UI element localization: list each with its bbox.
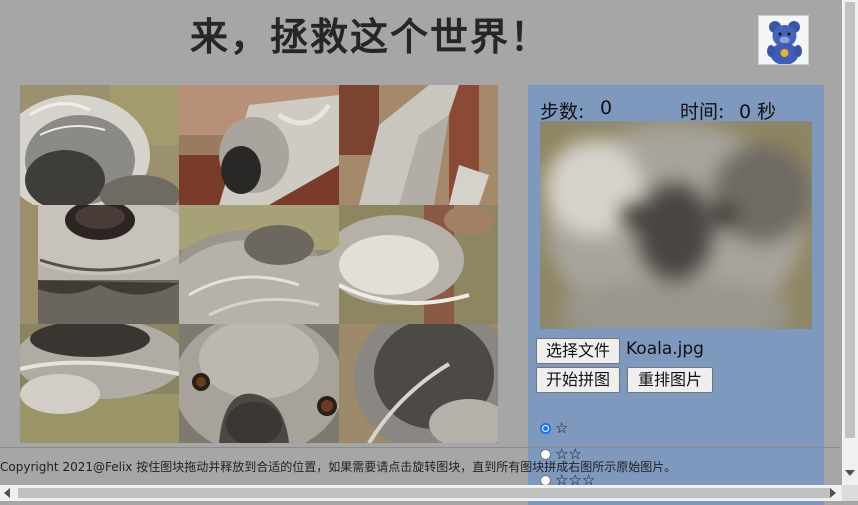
file-name: Koala.jpg (626, 339, 704, 359)
horizontal-scrollbar[interactable] (0, 485, 858, 501)
puzzle-tile[interactable] (339, 324, 498, 443)
puzzle-tile[interactable] (179, 324, 339, 443)
puzzle-tile[interactable] (20, 85, 179, 205)
steps-value: 0 (600, 97, 613, 119)
teddy-bear-avatar (758, 15, 809, 65)
radio-button[interactable] (540, 422, 551, 434)
puzzle-tile[interactable] (339, 85, 498, 205)
scroll-left-icon[interactable] (4, 488, 10, 498)
control-panel: 步数: 0 时间: 0 秒 选择文件 Koala.jpg 开始拼图 重排图片 ☆… (528, 85, 824, 505)
puzzle-tile[interactable] (179, 205, 339, 324)
shuffle-button[interactable]: 重排图片 (627, 367, 713, 393)
footer-copyright: Copyright 2021@Felix 按住图块拖动并释放到合适的位置，如果需… (0, 460, 677, 474)
vertical-scrollbar[interactable] (842, 0, 858, 485)
page-title: 来，拯救这个世界！ (190, 15, 551, 59)
original-image-preview (540, 121, 812, 329)
radio-button[interactable] (540, 474, 551, 486)
difficulty-label: ☆ (555, 419, 569, 437)
start-puzzle-button[interactable]: 开始拼图 (536, 367, 620, 393)
puzzle-tile[interactable] (20, 205, 179, 324)
scroll-down-icon[interactable] (845, 470, 855, 476)
horizontal-scroll-thumb[interactable] (18, 488, 830, 498)
scrollbar-corner (842, 485, 858, 501)
puzzle-tile[interactable] (339, 205, 498, 324)
footer-divider (0, 447, 840, 448)
puzzle-tile[interactable] (179, 85, 339, 205)
time-label: 时间: (680, 101, 725, 123)
steps-label: 步数: (540, 101, 585, 123)
choose-file-button[interactable]: 选择文件 (536, 338, 620, 364)
vertical-scroll-thumb[interactable] (845, 2, 855, 438)
puzzle-tile[interactable] (20, 324, 179, 443)
scroll-right-icon[interactable] (830, 488, 836, 498)
puzzle-board (20, 85, 498, 443)
time-value: 0 秒 (739, 101, 777, 123)
difficulty-option-1[interactable]: ☆ (540, 419, 568, 437)
